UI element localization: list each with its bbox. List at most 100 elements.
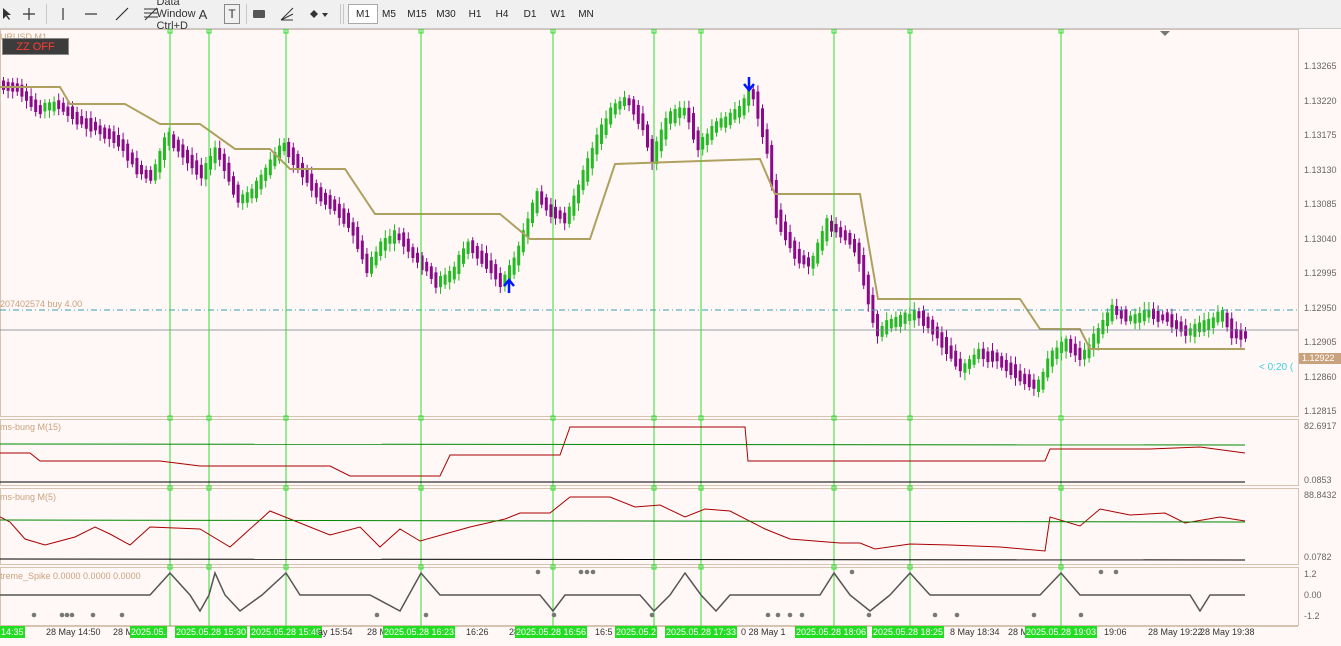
candle-body (655, 141, 659, 164)
candle-body (319, 187, 323, 202)
candle-body (669, 111, 672, 124)
candle-body (84, 118, 88, 129)
vertical-line-icon[interactable] (54, 4, 72, 24)
candle-body (296, 153, 300, 170)
candle-body (604, 118, 608, 135)
spike-dot (849, 569, 855, 575)
candle-body (222, 153, 226, 171)
candle-body (1078, 347, 1082, 360)
candle-body (876, 313, 879, 337)
candle-body (457, 254, 461, 274)
spike-dot (1031, 612, 1037, 618)
candle-body (1129, 315, 1132, 322)
rectangle-icon[interactable] (250, 4, 268, 24)
indicator3-mid: 0.00 (1304, 590, 1322, 600)
candle-body (305, 169, 309, 183)
candle-body (66, 106, 70, 116)
candle-body (784, 221, 787, 241)
spike-dot (590, 569, 596, 575)
candle-body (733, 109, 737, 120)
timeframe-d1[interactable]: D1 (515, 4, 545, 24)
candle-body (121, 139, 125, 151)
bar-timer: < 0:20 ( (1259, 362, 1294, 373)
timeframe-mn[interactable]: MN (571, 4, 601, 24)
candle-body (25, 91, 28, 101)
candle-body (802, 255, 806, 265)
candle-body (1207, 318, 1211, 330)
spike-dot (584, 569, 590, 575)
timeframe-w1[interactable]: W1 (543, 4, 573, 24)
candle-body (489, 260, 493, 274)
chart-svg[interactable] (0, 29, 1341, 646)
spike-dot (59, 612, 65, 618)
zz-off-button[interactable]: ZZ OFF (2, 38, 69, 55)
candle-body (406, 238, 410, 252)
candle-body (1018, 370, 1022, 382)
text-label-tool-icon[interactable]: T (224, 4, 240, 24)
candle-body (1133, 314, 1137, 324)
candle-body (287, 142, 291, 158)
candle-body (986, 351, 990, 363)
candle-body (839, 227, 843, 238)
candle-body (590, 147, 594, 169)
spike-dot (578, 569, 584, 575)
candle-body (71, 106, 74, 119)
candle-body (425, 261, 429, 272)
candle-body (1023, 373, 1027, 385)
time-label: 28 May 14:50 (46, 627, 101, 637)
crosshair-icon[interactable] (18, 4, 40, 24)
candle-body (356, 226, 360, 249)
spike-dot (954, 612, 960, 618)
candle-body (1165, 312, 1169, 322)
candle-body (641, 113, 645, 131)
candle-body (609, 107, 613, 125)
candle-body (75, 111, 79, 125)
candle-body (696, 130, 700, 151)
candle-body (577, 184, 580, 204)
candle-body (328, 195, 332, 209)
data-window-hint: Data Window Ctrl+D (156, 0, 196, 32)
candle-body (452, 266, 456, 280)
gann-icon[interactable] (278, 4, 296, 24)
candle-body (885, 320, 889, 335)
candle-body (673, 108, 677, 124)
candle-body (80, 116, 84, 125)
time-label: 2025.05.28 18:25 (872, 626, 945, 638)
candle-body (480, 250, 484, 264)
candle-body (894, 317, 898, 328)
timeframe-m30[interactable]: M30 (431, 4, 461, 24)
timeframe-h4[interactable]: H4 (487, 4, 517, 24)
candle-body (1193, 324, 1197, 337)
trendline-icon[interactable] (112, 4, 132, 24)
timeframe-m5[interactable]: M5 (374, 4, 404, 24)
time-label: 2025.05.2 (615, 626, 658, 638)
timeframe-m15[interactable]: M15 (402, 4, 432, 24)
candle-body (342, 208, 346, 224)
candle-body (544, 197, 548, 211)
candle-body (857, 242, 861, 264)
spike-dot (31, 612, 37, 618)
timeframe-h1[interactable]: H1 (460, 4, 490, 24)
candle-body (1216, 311, 1220, 323)
candle-body (728, 112, 732, 126)
indicator2-min: 0.0782 (1304, 552, 1332, 562)
candle-body (429, 266, 433, 279)
indicator2-pane (0, 488, 1299, 565)
time-label: 2025.05.28 15:49 (250, 626, 323, 638)
candle-body (834, 223, 838, 233)
candle-body (945, 336, 948, 355)
candle-body (448, 271, 452, 283)
spike-dot (535, 569, 541, 575)
horizontal-line-icon[interactable] (82, 4, 100, 24)
spike-dot (932, 612, 938, 618)
indicator1-min: 0.0853 (1304, 475, 1332, 485)
cursor-arrow-icon[interactable] (0, 4, 14, 24)
candle-body (98, 125, 102, 135)
candle-body (949, 345, 953, 359)
spike-dot (69, 612, 75, 618)
chart-area[interactable]: URUSD,M1 207402574 buy 4.00 1.13265 1.132… (0, 29, 1341, 646)
candle-body (751, 89, 755, 100)
text-tool-icon[interactable]: A (196, 4, 210, 24)
arrows-dropdown-icon[interactable] (306, 4, 332, 24)
candle-body (29, 96, 33, 107)
